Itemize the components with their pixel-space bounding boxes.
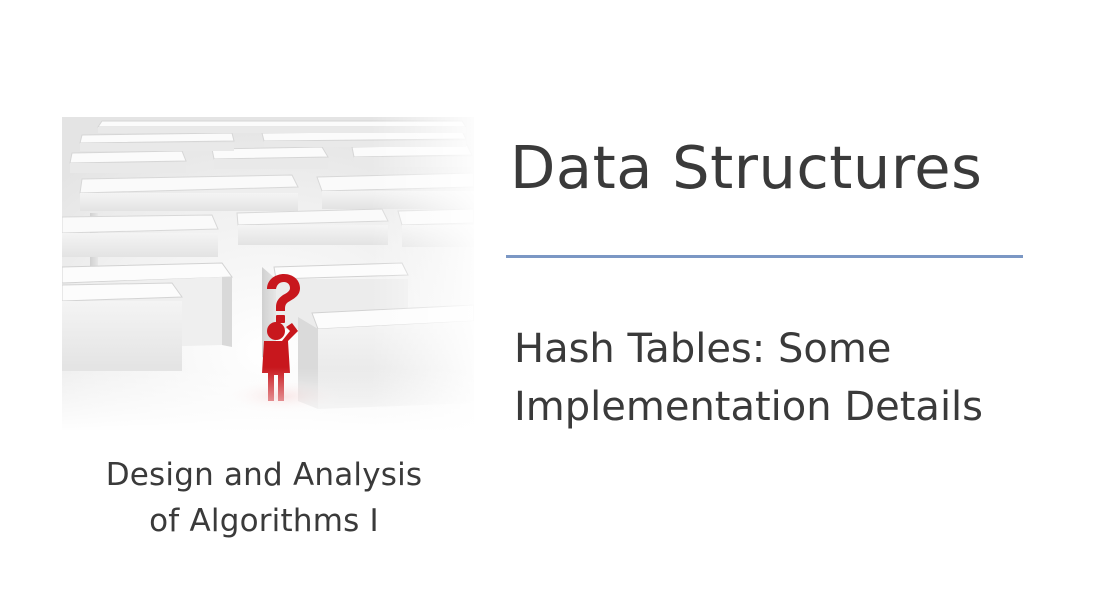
slide-title: Data Structures (510, 133, 983, 202)
course-title-line-2: of Algorithms I (149, 503, 379, 539)
course-title-line-1: Design and Analysis (105, 457, 423, 493)
slide: Design and Analysis of Algorithms I Data… (0, 0, 1095, 614)
slide-subtitle: Hash Tables: Some Implementation Details (514, 320, 983, 436)
subtitle-line-2: Implementation Details (514, 384, 984, 430)
subtitle-line-1: Hash Tables: Some (514, 326, 892, 372)
course-title: Design and Analysis of Algorithms I (62, 452, 466, 544)
maze-icon (62, 117, 474, 430)
title-divider (506, 255, 1023, 258)
maze-image (62, 117, 474, 430)
